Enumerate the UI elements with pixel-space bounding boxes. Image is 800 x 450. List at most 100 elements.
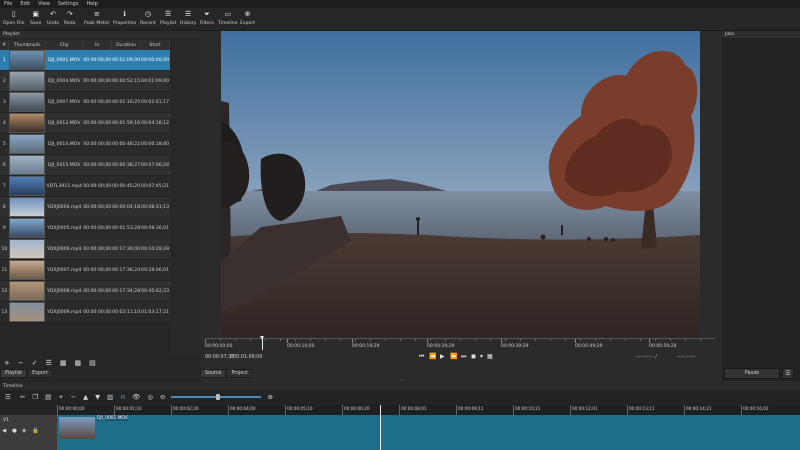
update-icon[interactable]: ✓ bbox=[32, 359, 38, 367]
column-header[interactable]: Clip bbox=[45, 40, 84, 50]
playlist-row[interactable]: 7 VDTL3915.mp4 00:00:00;00 00:00:45;20 00:07… bbox=[0, 175, 170, 197]
in-point[interactable]: --:--:--:-- / bbox=[635, 355, 657, 360]
pause-button[interactable]: Pause bbox=[724, 368, 780, 379]
add-icon[interactable]: + bbox=[4, 359, 10, 367]
history-button[interactable]: ☰ History bbox=[180, 8, 196, 30]
ruler-minor-tick bbox=[535, 339, 536, 341]
recent-button[interactable]: ◷ Recent bbox=[140, 8, 156, 30]
menu-settings[interactable]: Settings bbox=[58, 1, 79, 7]
menu-view[interactable]: View bbox=[38, 1, 50, 7]
export-button[interactable]: ⊕ Export bbox=[240, 8, 255, 30]
open-file-button[interactable]: ▯ Open File bbox=[3, 8, 24, 30]
timeline-button[interactable]: ▭ Timeline bbox=[218, 8, 238, 30]
column-header[interactable]: # bbox=[0, 40, 10, 50]
playlist-row[interactable]: 1 DJI_0001.MOV 00:00:00;00 00:01:09;00 00:00… bbox=[0, 50, 170, 71]
list-view-icon[interactable]: ☰ bbox=[46, 359, 52, 367]
cell-in: 00:00:00;00 bbox=[82, 175, 112, 197]
skip-previous-icon[interactable]: ⏮ bbox=[419, 353, 424, 361]
timeline-menu-icon[interactable]: ☰ bbox=[5, 393, 11, 401]
column-header[interactable]: Duration bbox=[111, 40, 142, 50]
clip-dji-0001[interactable]: DJI_0001.MOV bbox=[57, 415, 800, 450]
properties-button[interactable]: ℹ Properties bbox=[113, 8, 136, 30]
menu-help[interactable]: Help bbox=[86, 1, 97, 7]
lock-icon[interactable]: 🔒 bbox=[32, 428, 39, 434]
tab-project[interactable]: Project bbox=[226, 369, 253, 378]
menu-file[interactable]: File bbox=[4, 1, 12, 7]
rewind-icon[interactable]: ⏪ bbox=[429, 353, 436, 360]
tab-export[interactable]: Export bbox=[27, 369, 53, 378]
ruler-label: 00:00:59;28 bbox=[649, 344, 677, 349]
undo-button[interactable]: ↶ Undo bbox=[47, 8, 59, 30]
playlist-row[interactable]: 13 YDXJ0009.mp4 00:00:00;00 00:03:11;10 01:0… bbox=[0, 301, 170, 323]
hide-icon[interactable]: ● bbox=[12, 428, 17, 434]
grid-view-icon[interactable]: ▦ bbox=[60, 359, 67, 367]
cell-thumbnail bbox=[8, 217, 46, 239]
zoom-slider-handle[interactable] bbox=[216, 394, 221, 400]
column-header[interactable]: Start bbox=[140, 40, 170, 50]
zoom-slider[interactable] bbox=[171, 394, 262, 400]
grid-toggle-icon[interactable]: ▾ bbox=[480, 353, 483, 360]
timeline-playhead[interactable] bbox=[380, 405, 381, 450]
details-view-icon[interactable]: ▤ bbox=[89, 359, 96, 367]
volume-icon[interactable]: ◼ bbox=[471, 353, 476, 360]
player-ruler[interactable]: 00:00:00;00 00:00:10;00 00:00:19;29 00:00:2… bbox=[205, 338, 715, 353]
lift-icon[interactable]: ▲ bbox=[83, 393, 88, 401]
cell-start: 00:08:31;13 bbox=[140, 196, 170, 218]
out-point[interactable]: --:--:--:-- bbox=[677, 355, 696, 360]
playlist-row[interactable]: 9 YDXJ0005.mp4 00:00:00;00 00:01:53;28 00:08… bbox=[0, 217, 170, 239]
mute-icon[interactable]: ◀ bbox=[2, 428, 6, 434]
playlist-row[interactable]: 4 DJI_0012.MOV 00:00:00;00 00:01:59;16 00:04… bbox=[0, 112, 170, 134]
menu-edit[interactable]: Edit bbox=[20, 1, 30, 7]
playlist-row[interactable]: 11 YDXJ0007.mp4 00:00:00;00 00:17:36;24 00:2… bbox=[0, 259, 170, 281]
cell-duration: 00:00:45;20 bbox=[111, 175, 141, 197]
composite-icon[interactable]: ◈ bbox=[22, 428, 26, 434]
remove-icon[interactable]: − bbox=[18, 359, 24, 367]
playlist-row[interactable]: 5 DJI_0014.MOV 00:00:00;00 00:00:48;22 00:06… bbox=[0, 133, 170, 155]
playlist-row[interactable]: 2 DJI_0004.MOV 00:00:00;00 00:00:52;15 00:01… bbox=[0, 70, 170, 92]
ruler-minor-tick bbox=[580, 339, 581, 341]
ruler-tick bbox=[287, 339, 288, 343]
ruler-minor-tick bbox=[415, 339, 416, 341]
toolbar-label: Redo bbox=[64, 21, 76, 26]
scrub-icon[interactable]: 👁 bbox=[132, 393, 140, 401]
append-icon[interactable]: + bbox=[58, 393, 63, 401]
playlist-row[interactable]: 8 YDXJ0004.mp4 00:00:00;00 00:00:04;18 00:08… bbox=[0, 196, 170, 218]
column-header[interactable]: Thumbnails bbox=[8, 40, 47, 50]
zoom-out-icon[interactable]: ⊖ bbox=[160, 393, 165, 401]
playlist-row[interactable]: 3 DJI_0007.MOV 00:00:00;00 00:02:16;25 00:02… bbox=[0, 91, 170, 113]
ripple-icon[interactable]: ◎ bbox=[147, 393, 153, 401]
save-button[interactable]: ▣ Save bbox=[30, 8, 41, 30]
playlist-row[interactable]: 12 YDXJ0008.mp4 00:00:00;00 00:17:34;28 00:4… bbox=[0, 280, 170, 302]
cut-icon[interactable]: ✂ bbox=[20, 393, 25, 401]
redo-button[interactable]: ↷ Redo bbox=[64, 8, 76, 30]
paste-icon[interactable]: ▤ bbox=[45, 393, 51, 401]
peak-meter-button[interactable]: ≡ Peak Meter bbox=[84, 8, 110, 30]
peak-meter-icon: ≡ bbox=[93, 10, 100, 18]
overwrite-icon[interactable]: ▼ bbox=[95, 393, 100, 401]
snap-icon[interactable]: ∩ bbox=[120, 393, 125, 401]
playlist-row[interactable]: 6 DJI_0015.MOV 00:00:00;00 00:00:38;27 00:07… bbox=[0, 154, 170, 176]
play-icon[interactable]: ▶ bbox=[440, 353, 445, 360]
remove-icon[interactable]: − bbox=[71, 393, 76, 401]
column-header[interactable]: In bbox=[82, 40, 113, 50]
split-icon[interactable]: ▥ bbox=[107, 393, 113, 401]
playlist-row[interactable]: 10 YDXJ0006.mp4 00:00:00;00 00:17:36;00 00:1… bbox=[0, 238, 170, 260]
timeline-ruler[interactable]: 00:00:00;00 00:00:01;10 00:00:02;20 00:00:0… bbox=[57, 405, 800, 415]
tab-source[interactable]: Source bbox=[200, 369, 227, 378]
player-playhead[interactable] bbox=[260, 336, 264, 350]
zoom-in-icon[interactable]: ⊕ bbox=[267, 393, 272, 401]
copy-icon[interactable]: ❐ bbox=[32, 393, 38, 401]
clip-thumbnail bbox=[9, 113, 46, 133]
tab-playlist[interactable]: Playlist bbox=[0, 369, 28, 378]
timeline-ruler-label: 00:00:04;00 bbox=[230, 406, 256, 411]
skip-next-icon[interactable]: ⏭ bbox=[461, 353, 466, 361]
jobs-menu-icon[interactable]: ☰ bbox=[782, 368, 794, 379]
zoom-toggle-icon[interactable]: ▦ bbox=[487, 353, 493, 360]
filters-button[interactable]: ⏷ Filters bbox=[200, 8, 214, 30]
tiles-view-icon[interactable]: ▦ bbox=[75, 359, 82, 367]
timeline-ruler-tick bbox=[684, 405, 685, 415]
fast-forward-icon[interactable]: ⏩ bbox=[450, 353, 457, 360]
ruler-minor-tick bbox=[655, 339, 656, 341]
playlist-button[interactable]: ☰ Playlist bbox=[160, 8, 176, 30]
toolbar-label: Timeline bbox=[218, 21, 238, 26]
